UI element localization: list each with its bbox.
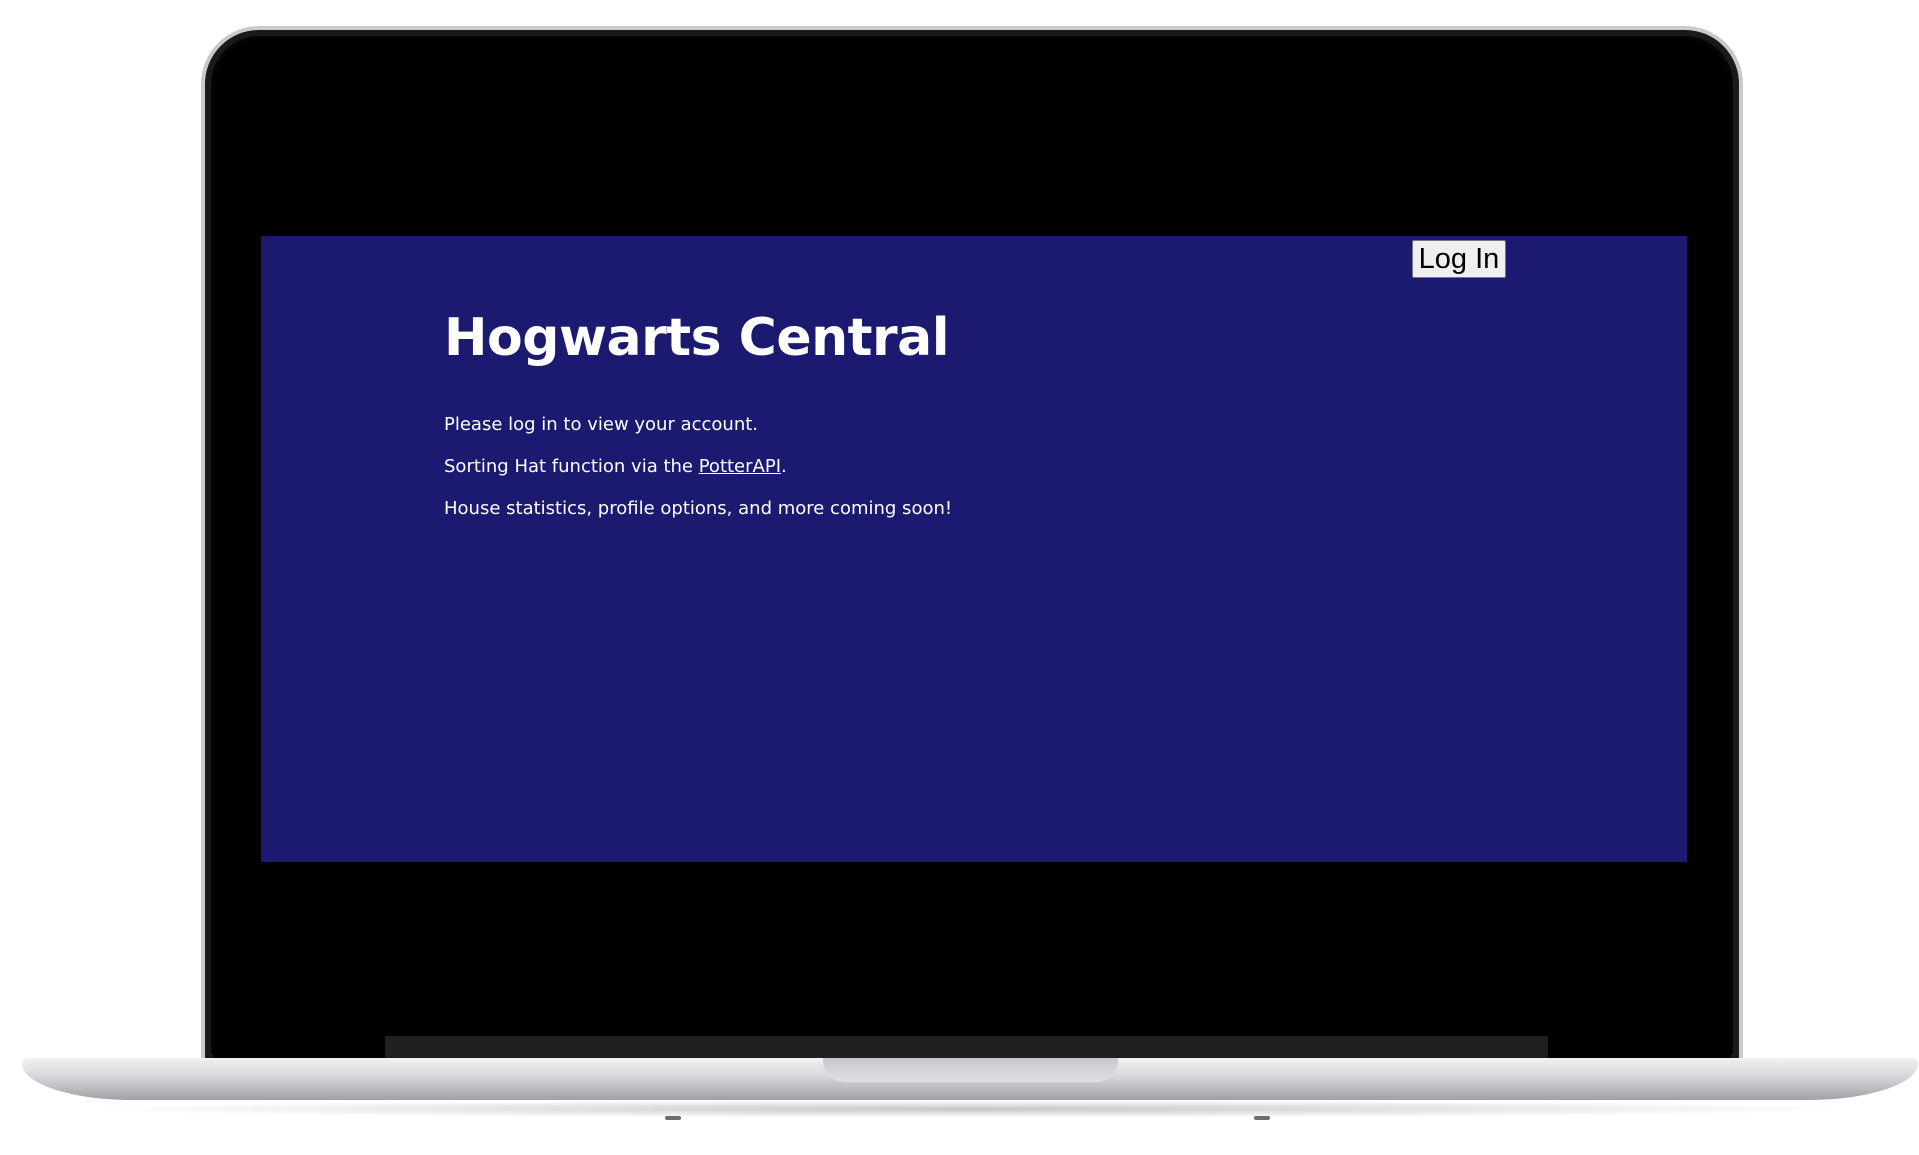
log-in-button[interactable]: Log In <box>1412 240 1506 278</box>
laptop-mockup: Log In Hogwarts Central Please log in to… <box>0 0 1919 1155</box>
laptop-foot <box>665 1116 681 1120</box>
sorting-hat-suffix: . <box>781 456 787 477</box>
coming-soon-text: House statistics, profile options, and m… <box>444 498 953 519</box>
laptop-shadow <box>70 1100 1870 1118</box>
laptop-notch <box>823 1058 1118 1082</box>
login-prompt-text: Please log in to view your account. <box>444 414 759 435</box>
potter-api-link[interactable]: PotterAPI <box>699 456 781 477</box>
page-title: Hogwarts Central <box>444 308 950 368</box>
laptop-hinge <box>385 1036 1548 1058</box>
web-page: Log In Hogwarts Central Please log in to… <box>261 236 1687 862</box>
sorting-hat-prefix: Sorting Hat function via the <box>444 456 699 477</box>
sorting-hat-text: Sorting Hat function via the PotterAPI. <box>444 456 787 477</box>
laptop-foot <box>1254 1116 1270 1120</box>
